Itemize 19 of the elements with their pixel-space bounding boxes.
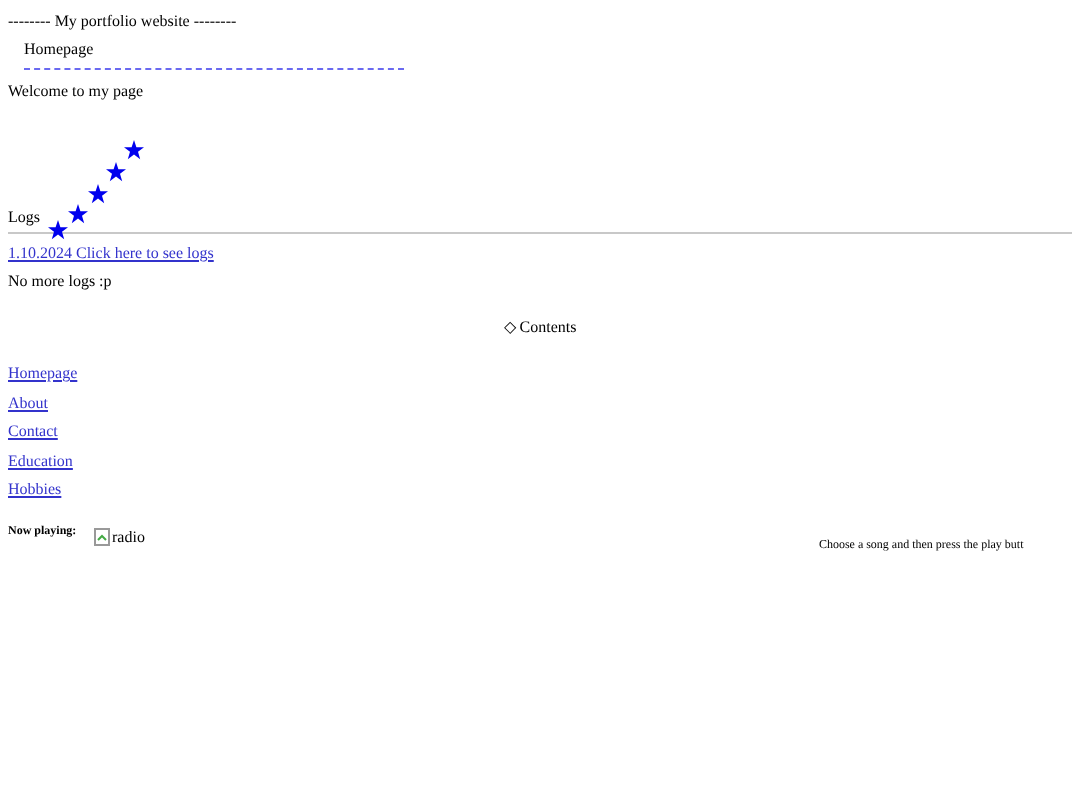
nav-link[interactable]: About <box>8 393 48 413</box>
nav-link[interactable]: Contact <box>8 422 58 442</box>
logs-heading: Logs <box>8 208 40 228</box>
welcome-text: Welcome to my page <box>8 82 144 102</box>
page-title: -------- My portfolio website -------- <box>8 12 237 32</box>
star-icon <box>124 140 144 160</box>
nav-link[interactable]: Hobbies <box>8 480 62 500</box>
contents-heading: ◇ Contents <box>503 318 577 338</box>
star-icon <box>68 204 88 224</box>
nav-link[interactable]: Education <box>8 451 73 471</box>
star-icon <box>48 220 68 240</box>
star-icon <box>88 184 108 204</box>
star-icon <box>106 162 126 182</box>
log-link[interactable]: 1.10.2024 Click here to see logs <box>8 244 214 264</box>
broken-image-icon <box>94 528 110 546</box>
current-page: Homepage <box>24 40 94 60</box>
logs-footer: No more logs :p <box>8 272 112 292</box>
image-alt-text: radio <box>112 528 145 546</box>
nav-link[interactable]: Homepage <box>8 364 78 384</box>
